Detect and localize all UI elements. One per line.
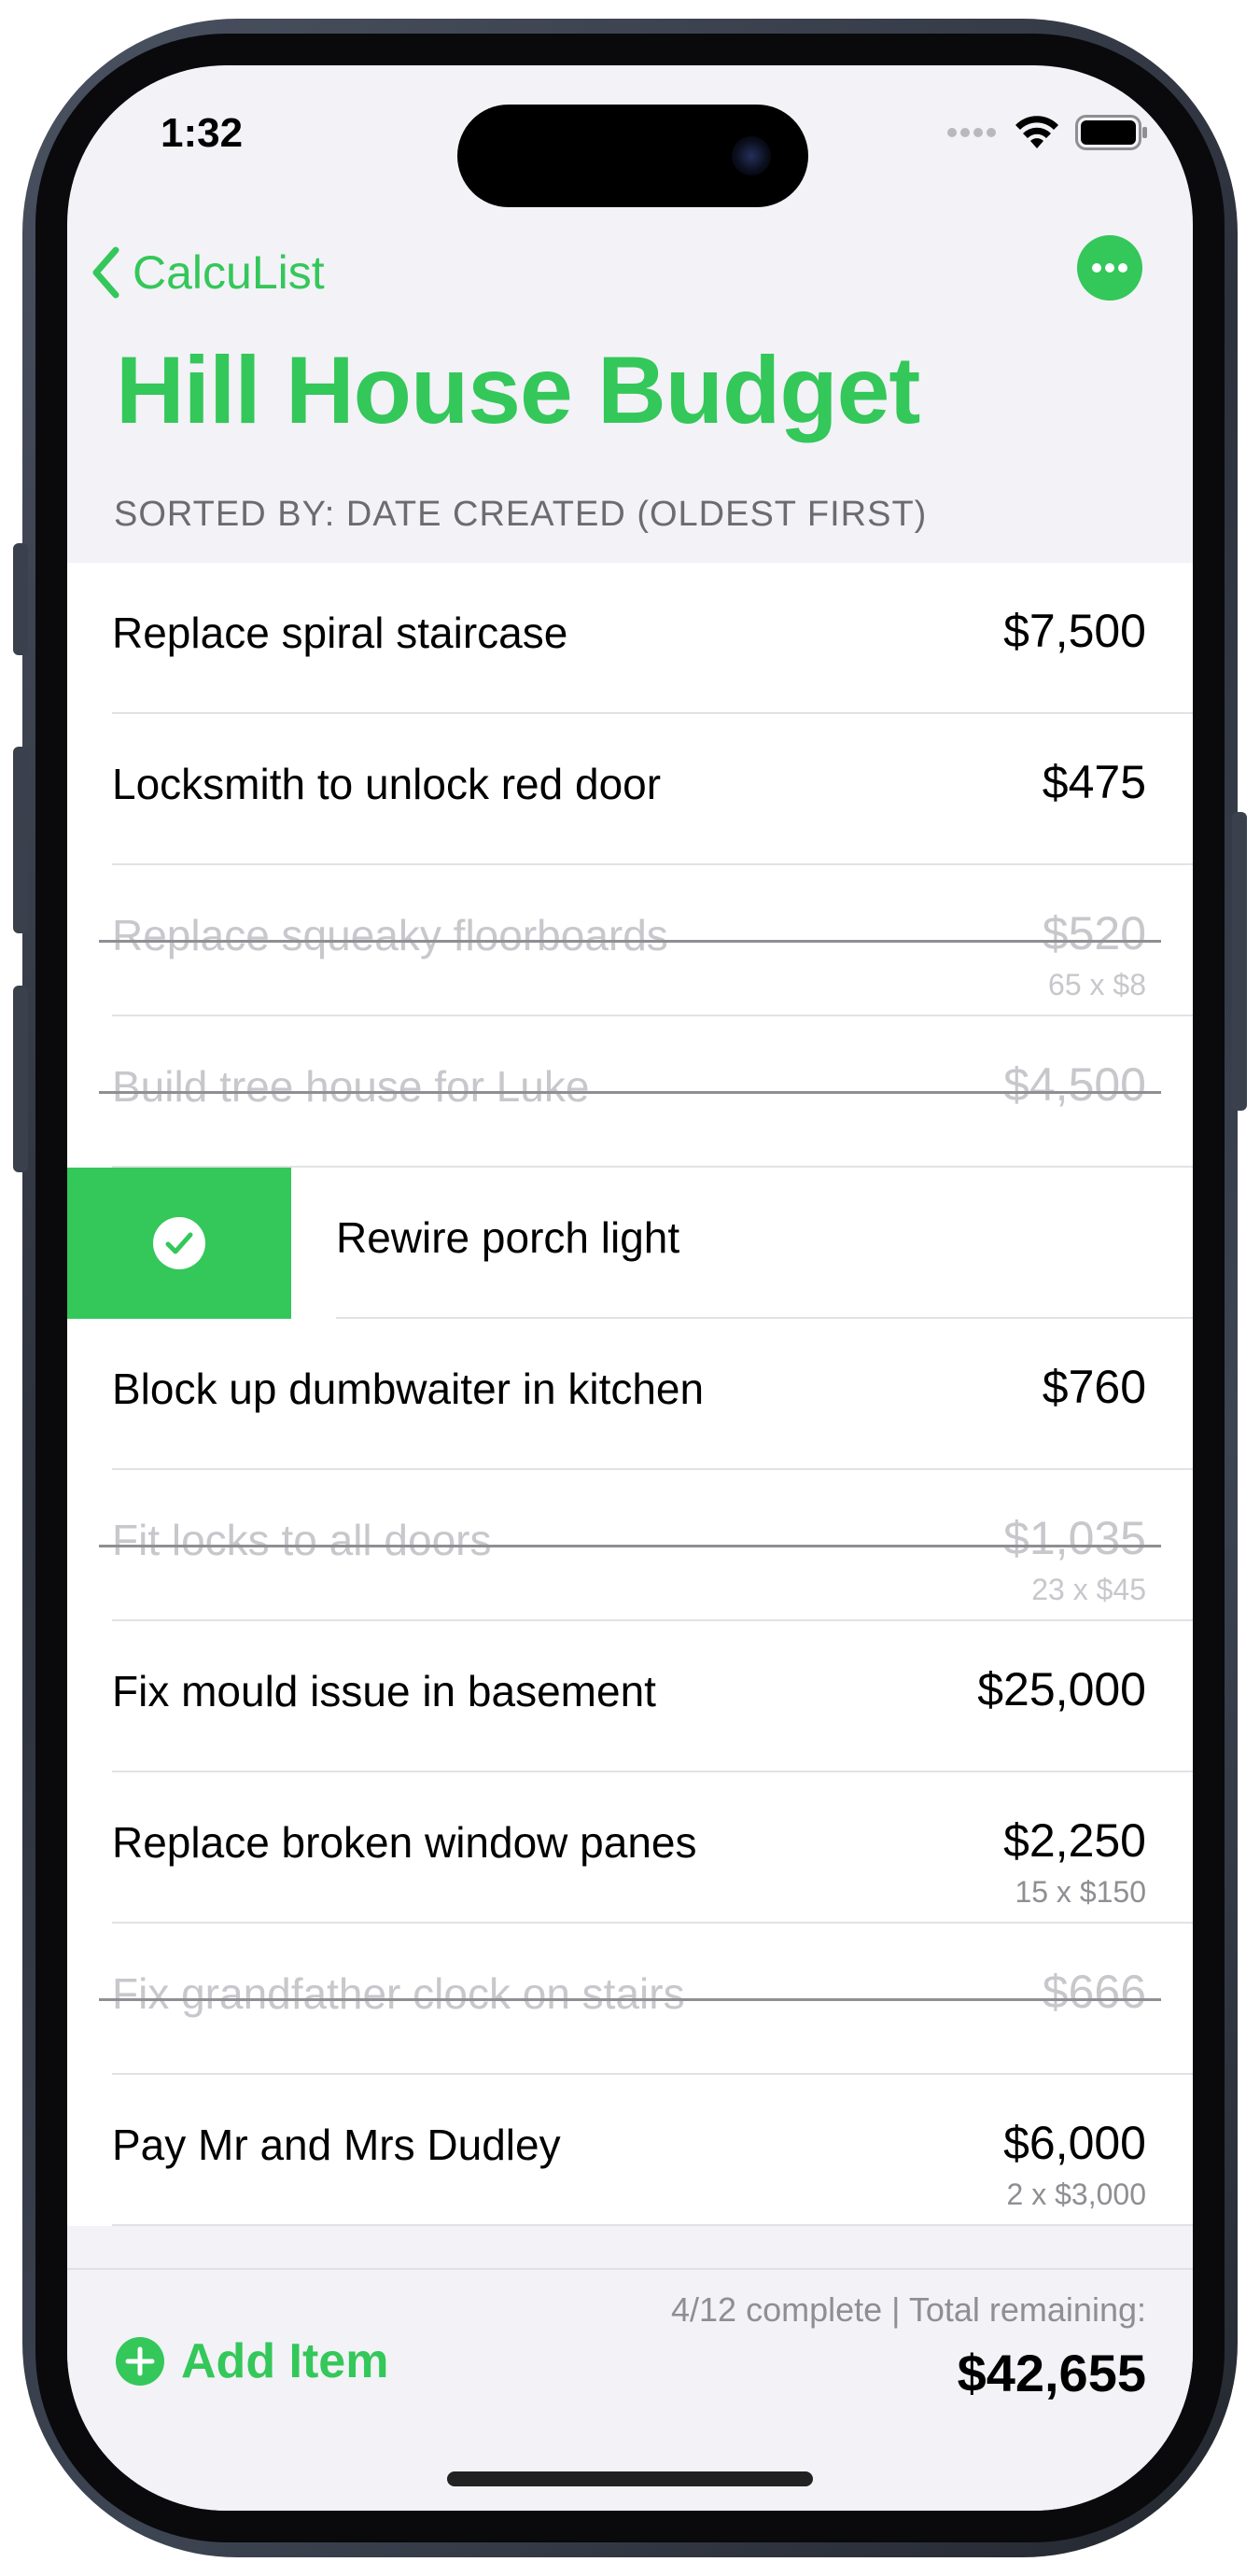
- budget-list: Replace spiral staircase $7,500 Locksmith …: [67, 563, 1193, 2226]
- list-item[interactable]: Replace squeaky floorboards $520 65 x $8: [67, 865, 1193, 1016]
- item-name: Pay Mr and Mrs Dudley: [112, 2121, 561, 2169]
- list-item[interactable]: Pay Mr and Mrs Dudley $6,000 2 x $3,000: [67, 2075, 1193, 2226]
- list-item-content[interactable]: Locksmith to unlock red door $475: [67, 714, 1193, 865]
- strikethrough-line: [99, 940, 1161, 943]
- item-calculation: 23 x $45: [1031, 1573, 1146, 1606]
- wifi-icon: [1015, 116, 1058, 148]
- list-item-content[interactable]: Rewire porch light: [291, 1168, 1193, 1319]
- status-bar: 1:32: [67, 65, 1193, 207]
- list-item[interactable]: Fit locks to all doors $1,035 23 x $45: [67, 1470, 1193, 1621]
- more-options-button[interactable]: [1077, 235, 1142, 301]
- back-button[interactable]: CalcuList: [91, 235, 325, 310]
- add-item-label: Add Item: [181, 2334, 389, 2388]
- status-icons: [946, 114, 1148, 151]
- item-name: Locksmith to unlock red door: [112, 760, 662, 808]
- item-name: Replace broken window panes: [112, 1818, 697, 1867]
- item-calculation: 15 x $150: [1015, 1875, 1146, 1909]
- item-name: Fit locks to all doors: [112, 1516, 492, 1564]
- navigation-bar: CalcuList: [67, 224, 1193, 317]
- chevron-left-icon: [92, 246, 119, 299]
- volume-down-button: [13, 986, 28, 1172]
- power-button: [1232, 812, 1247, 1111]
- list-item-content[interactable]: Replace squeaky floorboards $520 65 x $8: [67, 865, 1193, 1016]
- status-time: 1:32: [161, 110, 244, 156]
- list-item-content[interactable]: Replace spiral staircase $7,500: [67, 563, 1193, 714]
- item-name: Replace spiral staircase: [112, 609, 568, 657]
- list-item-content[interactable]: Replace broken window panes $2,250 15 x $1…: [67, 1772, 1193, 1924]
- item-amount: $760: [1042, 1361, 1146, 1413]
- mark-complete-button[interactable]: [67, 1168, 291, 1319]
- item-calculation: 2 x $3,000: [1006, 2177, 1146, 2211]
- page-title: Hill House Budget: [116, 337, 920, 443]
- checkmark-circle-icon: [153, 1217, 205, 1269]
- list-item[interactable]: Block up dumbwaiter in kitchen $760: [67, 1319, 1193, 1470]
- list-item[interactable]: Rewire porch light: [67, 1168, 1193, 1319]
- list-item-content[interactable]: Pay Mr and Mrs Dudley $6,000 2 x $3,000: [67, 2075, 1193, 2226]
- volume-up-button: [13, 747, 28, 933]
- item-name: Rewire porch light: [336, 1213, 680, 1262]
- item-amount: $520: [1042, 907, 1146, 959]
- item-name: Replace squeaky floorboards: [112, 911, 668, 959]
- cellular-signal-icon: [947, 128, 996, 137]
- list-item[interactable]: Locksmith to unlock red door $475: [67, 714, 1193, 865]
- list-item[interactable]: Replace spiral staircase $7,500: [67, 563, 1193, 714]
- battery-icon: [1075, 115, 1147, 150]
- list-item-content[interactable]: Fit locks to all doors $1,035 23 x $45: [67, 1470, 1193, 1621]
- ellipsis-icon: [1092, 263, 1127, 273]
- list-item[interactable]: Replace broken window panes $2,250 15 x $1…: [67, 1772, 1193, 1924]
- sort-label[interactable]: SORTED BY: DATE CREATED (OLDEST FIRST): [114, 495, 927, 535]
- front-camera-icon: [732, 136, 771, 175]
- row-divider: [112, 2224, 1193, 2226]
- list-item-content[interactable]: Fix grandfather clock on stairs $666: [67, 1924, 1193, 2075]
- item-name: Fix mould issue in basement: [112, 1667, 656, 1715]
- list-item-content[interactable]: Fix mould issue in basement $25,000: [67, 1621, 1193, 1772]
- item-calculation: 65 x $8: [1048, 968, 1146, 1001]
- app-screen: 1:32 CalcuList Hill House Budget SORTED …: [67, 65, 1193, 2511]
- list-item[interactable]: Fix grandfather clock on stairs $666: [67, 1924, 1193, 2075]
- item-amount: $1,035: [1003, 1512, 1146, 1564]
- item-amount: $25,000: [977, 1663, 1146, 1715]
- item-amount: $475: [1042, 756, 1146, 808]
- item-amount: $6,000: [1003, 2117, 1146, 2169]
- total-remaining: $42,655: [957, 2344, 1146, 2402]
- item-name: Build tree house for Luke: [112, 1062, 590, 1111]
- item-amount: $666: [1042, 1966, 1146, 2018]
- item-name: Fix grandfather clock on stairs: [112, 1969, 685, 2018]
- item-name: Block up dumbwaiter in kitchen: [112, 1365, 705, 1413]
- item-amount: $4,500: [1003, 1058, 1146, 1111]
- add-item-button[interactable]: Add Item: [116, 2333, 388, 2389]
- list-item-content[interactable]: Block up dumbwaiter in kitchen $760: [67, 1319, 1193, 1470]
- item-amount: $7,500: [1003, 605, 1146, 657]
- item-amount: $2,250: [1003, 1814, 1146, 1867]
- list-item-content[interactable]: Build tree house for Luke $4,500: [67, 1016, 1193, 1168]
- strikethrough-line: [99, 1091, 1161, 1094]
- back-button-label: CalcuList: [133, 246, 325, 299]
- plus-circle-icon: [116, 2337, 164, 2386]
- list-item[interactable]: Fix mould issue in basement $25,000: [67, 1621, 1193, 1772]
- strikethrough-line: [99, 1998, 1161, 2001]
- completion-summary: 4/12 complete | Total remaining:: [671, 2290, 1146, 2329]
- action-button: [13, 543, 28, 655]
- dynamic-island: [457, 105, 808, 207]
- home-indicator[interactable]: [447, 2471, 813, 2486]
- strikethrough-line: [99, 1545, 1161, 1547]
- list-item[interactable]: Build tree house for Luke $4,500: [67, 1016, 1193, 1168]
